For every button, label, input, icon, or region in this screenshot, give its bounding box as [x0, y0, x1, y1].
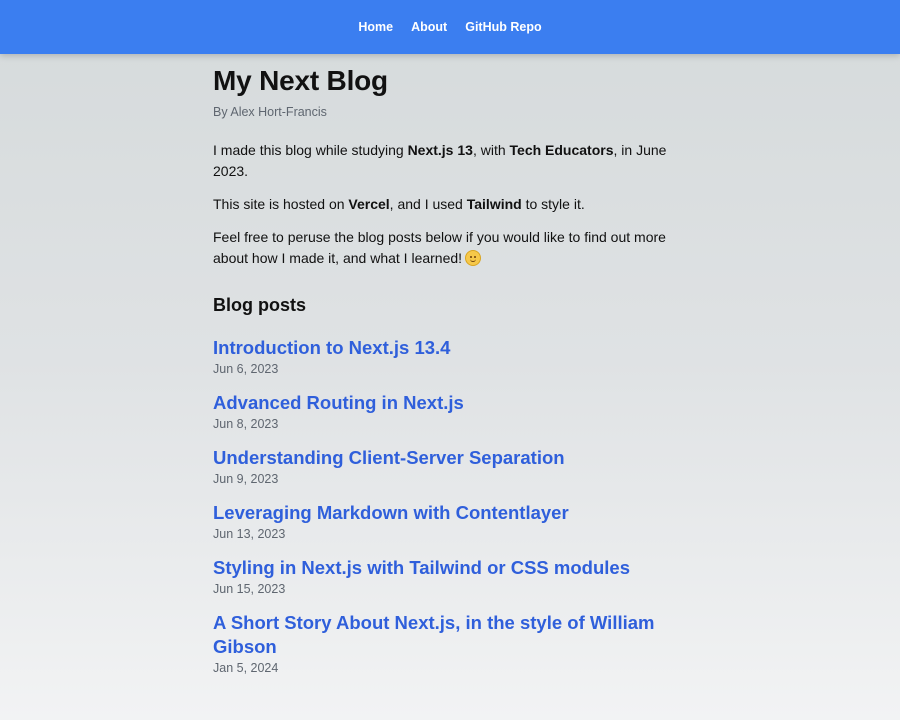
- post-date: Jun 8, 2023: [213, 417, 279, 431]
- intro-paragraph-2: This site is hosted on Vercel, and I use…: [213, 194, 691, 215]
- post-date: Jun 9, 2023: [213, 472, 279, 486]
- blog-posts-heading: Blog posts: [213, 295, 306, 315]
- intro-paragraph-1: I made this blog while studying Next.js …: [213, 140, 691, 182]
- blog-post-list: Introduction to Next.js 13.4 Jun 6, 2023…: [213, 336, 691, 677]
- intro-text: Feel free to peruse the blog posts below…: [213, 229, 666, 266]
- intro-bold: Next.js 13: [407, 142, 473, 158]
- nav-link-home[interactable]: Home: [358, 20, 393, 34]
- post-title-link[interactable]: Leveraging Markdown with Contentlayer: [213, 501, 691, 525]
- nav-link-github-repo[interactable]: GitHub Repo: [465, 20, 541, 34]
- intro-paragraph-3: Feel free to peruse the blog posts below…: [213, 227, 691, 269]
- intro-bold: Tech Educators: [509, 142, 614, 158]
- intro-text: I made this blog while studying: [213, 142, 408, 158]
- post-date: Jan 5, 2024: [213, 661, 279, 675]
- intro-bold: Tailwind: [466, 196, 522, 212]
- list-item: Advanced Routing in Next.js Jun 8, 2023: [213, 391, 691, 433]
- site-title: My Next Blog: [213, 65, 388, 96]
- author-byline: By Alex Hort-Francis: [213, 105, 327, 119]
- list-item: Understanding Client-Server Separation J…: [213, 446, 691, 488]
- smiling-face-icon: [465, 250, 482, 266]
- post-date: Jun 15, 2023: [213, 582, 286, 596]
- post-title-link[interactable]: Styling in Next.js with Tailwind or CSS …: [213, 556, 691, 580]
- list-item: Leveraging Markdown with Contentlayer Ju…: [213, 501, 691, 543]
- intro-text: to style it.: [521, 196, 585, 212]
- main-content: My Next Blog By Alex Hort-Francis I made…: [213, 54, 691, 677]
- top-navbar: Home About GitHub Repo: [0, 0, 900, 54]
- intro-bold: Vercel: [348, 196, 390, 212]
- post-date: Jun 6, 2023: [213, 362, 279, 376]
- intro-section: I made this blog while studying Next.js …: [213, 140, 691, 269]
- post-title-link[interactable]: Introduction to Next.js 13.4: [213, 336, 691, 360]
- intro-text: This site is hosted on: [213, 196, 349, 212]
- post-title-link[interactable]: Understanding Client-Server Separation: [213, 446, 691, 470]
- nav-link-about[interactable]: About: [411, 20, 447, 34]
- list-item: A Short Story About Next.js, in the styl…: [213, 611, 691, 677]
- post-date: Jun 13, 2023: [213, 527, 286, 541]
- post-title-link[interactable]: Advanced Routing in Next.js: [213, 391, 691, 415]
- post-title-link[interactable]: A Short Story About Next.js, in the styl…: [213, 611, 691, 659]
- list-item: Styling in Next.js with Tailwind or CSS …: [213, 556, 691, 598]
- list-item: Introduction to Next.js 13.4 Jun 6, 2023: [213, 336, 691, 378]
- intro-text: , and I used: [389, 196, 467, 212]
- intro-text: , with: [472, 142, 510, 158]
